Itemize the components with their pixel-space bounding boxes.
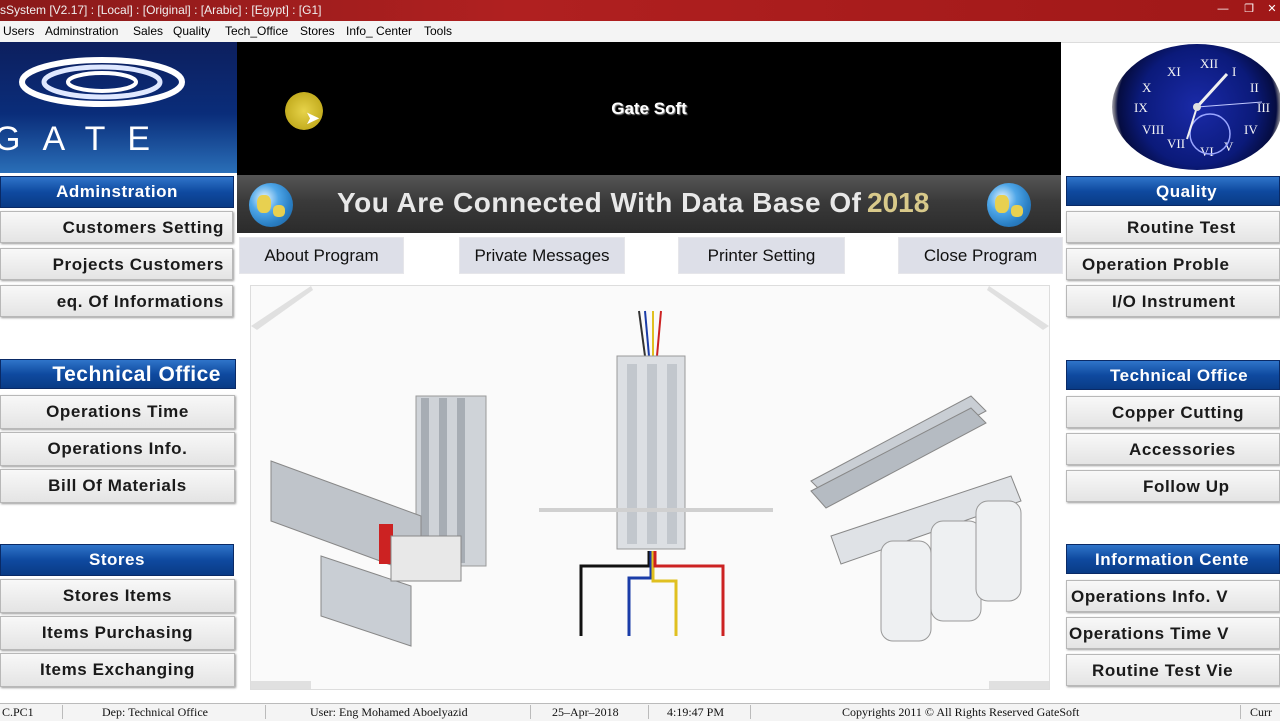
status-time: 4:19:47 PM <box>667 705 725 719</box>
status-bar: C.PC1 Dep: Technical Office User: Eng Mo… <box>0 703 1280 721</box>
transformer-busbar-icon <box>810 395 1022 642</box>
busbar-tap-icon <box>539 310 773 636</box>
close-icon[interactable]: ✕ <box>1263 2 1280 16</box>
title-bar: sSystem [V2.17] : [Local] : [Original] :… <box>0 0 1280 21</box>
menu-users[interactable]: Users <box>3 24 34 38</box>
stores-items-button[interactable]: Stores Items <box>0 579 235 613</box>
clock-hands-icon <box>1186 72 1263 155</box>
globe-icon <box>987 183 1031 227</box>
connection-text: You Are Connected With Data Base Of <box>337 187 862 218</box>
admin-section-header: Adminstration <box>0 176 234 208</box>
logo-text: GATE <box>0 120 173 158</box>
globe-icon <box>249 183 293 227</box>
busbar-products-image <box>251 286 1049 689</box>
status-pc: C.PC1 <box>2 705 34 719</box>
tech-office-section-header: Technical Office <box>0 359 236 389</box>
mouse-cursor-icon: ➤ <box>305 108 321 128</box>
operation-problems-button[interactable]: Operation Proble <box>1066 248 1280 280</box>
io-instrument-button[interactable]: I/O Instrument <box>1066 285 1280 317</box>
menu-bar: Users Adminstration Sales Quality Tech_O… <box>0 21 1280 43</box>
menu-quality[interactable]: Quality <box>173 24 210 38</box>
projects-customers-button[interactable]: Projects Customers <box>0 248 233 280</box>
copper-cutting-button[interactable]: Copper Cutting <box>1066 396 1280 428</box>
minimize-icon[interactable]: — <box>1214 2 1232 16</box>
connection-bar: You Are Connected With Data Base Of 2018 <box>237 175 1061 233</box>
customers-setting-button[interactable]: Customers Setting <box>0 211 233 243</box>
tech-office-right-header: Technical Office <box>1066 360 1280 390</box>
items-purchasing-button[interactable]: Items Purchasing <box>0 616 235 650</box>
window-title: sSystem [V2.17] : [Local] : [Original] :… <box>0 3 322 17</box>
menu-tools[interactable]: Tools <box>424 24 452 38</box>
analog-clock: XII I II III IV V VI VII VIII IX X XI <box>1112 44 1280 170</box>
routine-test-button[interactable]: Routine Test <box>1066 211 1280 243</box>
operations-info-view-button[interactable]: Operations Info. V <box>1066 580 1280 612</box>
menu-tech-office[interactable]: Tech_Office <box>225 24 288 38</box>
header-banner: Gate Soft <box>237 42 1061 175</box>
follow-up-button[interactable]: Follow Up <box>1066 470 1280 502</box>
busbar-elbow-icon <box>270 395 487 647</box>
stores-section-header: Stores <box>0 544 234 576</box>
connection-year: 2018 <box>867 187 930 218</box>
busbar-illustration <box>250 285 1050 690</box>
quality-section-header: Quality <box>1066 176 1280 206</box>
status-date: 25–Apr–2018 <box>552 705 619 719</box>
routine-test-view-button[interactable]: Routine Test Vie <box>1066 654 1280 686</box>
status-copyright: Copyrights 2011 © All Rights Reserved Ga… <box>842 705 1080 719</box>
company-logo: GATE <box>0 42 237 173</box>
accessories-button[interactable]: Accessories <box>1066 433 1280 465</box>
status-current: Curr <box>1250 705 1272 719</box>
info-center-section-header: Information Cente <box>1066 544 1280 574</box>
items-exchanging-button[interactable]: Items Exchanging <box>0 653 235 687</box>
printer-setting-button[interactable]: Printer Setting <box>678 237 845 274</box>
operations-time-button[interactable]: Operations Time <box>0 395 235 429</box>
operations-info-button[interactable]: Operations Info. <box>0 432 235 466</box>
about-program-button[interactable]: About Program <box>239 237 404 274</box>
status-department: Dep: Technical Office <box>102 705 209 719</box>
menu-stores[interactable]: Stores <box>300 24 335 38</box>
close-program-button[interactable]: Close Program <box>898 237 1063 274</box>
banner-title: Gate Soft <box>611 99 687 118</box>
operations-time-view-button[interactable]: Operations Time V <box>1066 617 1280 649</box>
status-user: User: Eng Mohamed Aboelyazid <box>310 705 468 719</box>
bill-of-materials-button[interactable]: Bill Of Materials <box>0 469 235 503</box>
req-of-informations-button[interactable]: eq. Of Informations <box>0 285 233 317</box>
restore-icon[interactable]: ❐ <box>1240 2 1258 16</box>
menu-info-center[interactable]: Info_ Center <box>346 24 412 38</box>
menu-sales[interactable]: Sales <box>133 24 163 38</box>
menu-adminstration[interactable]: Adminstration <box>45 24 118 38</box>
private-messages-button[interactable]: Private Messages <box>459 237 625 274</box>
